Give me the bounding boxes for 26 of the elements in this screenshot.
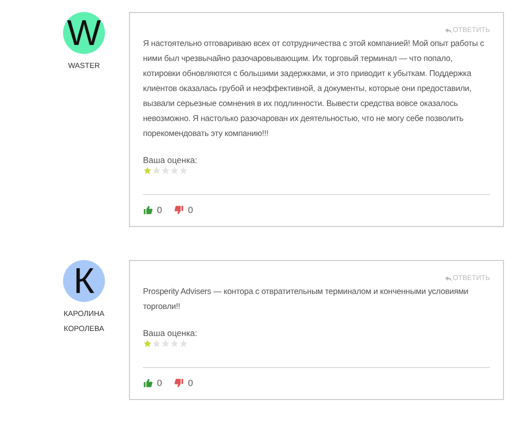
thumbs-down-icon[interactable] [174, 205, 184, 215]
thumbs-up-icon[interactable] [143, 205, 153, 215]
star-icon [179, 166, 188, 175]
reply-icon [444, 28, 452, 34]
star-icon [161, 166, 170, 175]
comment-text: Prosperity Advisers — контора с отвратительным терминалом и конченными условиями торговли!! [143, 285, 470, 313]
star-icon [161, 339, 170, 348]
thumbs-up-icon[interactable] [143, 378, 153, 388]
star-icon [170, 339, 179, 348]
dislike-count: 0 [188, 378, 194, 388]
comment-text: Я настоятельно отговариваю всех от сотрудничества с этой компанией! Мой опыт работы с ними был чрезвычайно разочаровывающим. Их торговый терминал — что попало, котировки обновляются с большими задержками, и это приводит к убыткам. Поддержка клиентов оказалась грубой и неэффективной, а документы, которые они предоставили, вызвали серьезные сомнения в их подлинности. Вывести средства вовсе оказалось невозможно. Я настолько разочарован их деятельностью, что не могу себе позволить порекомендовать эту компанию!!! [143, 37, 486, 140]
thumbs-down-icon[interactable] [174, 378, 184, 388]
dislike-count: 0 [188, 205, 194, 215]
avatar: W [63, 12, 105, 54]
like-count: 0 [157, 378, 162, 388]
rating-label: Ваша оценка: [143, 328, 198, 338]
reply-icon [444, 276, 452, 282]
like-count: 0 [157, 205, 162, 215]
star-icon [143, 166, 152, 175]
avatar: К [63, 260, 105, 302]
star-icon [179, 339, 188, 348]
star-icon [152, 339, 161, 348]
star-icon [143, 339, 152, 348]
star-icon [152, 166, 161, 175]
star-icon [170, 166, 179, 175]
rating-label: Ваша оценка: [143, 155, 198, 165]
